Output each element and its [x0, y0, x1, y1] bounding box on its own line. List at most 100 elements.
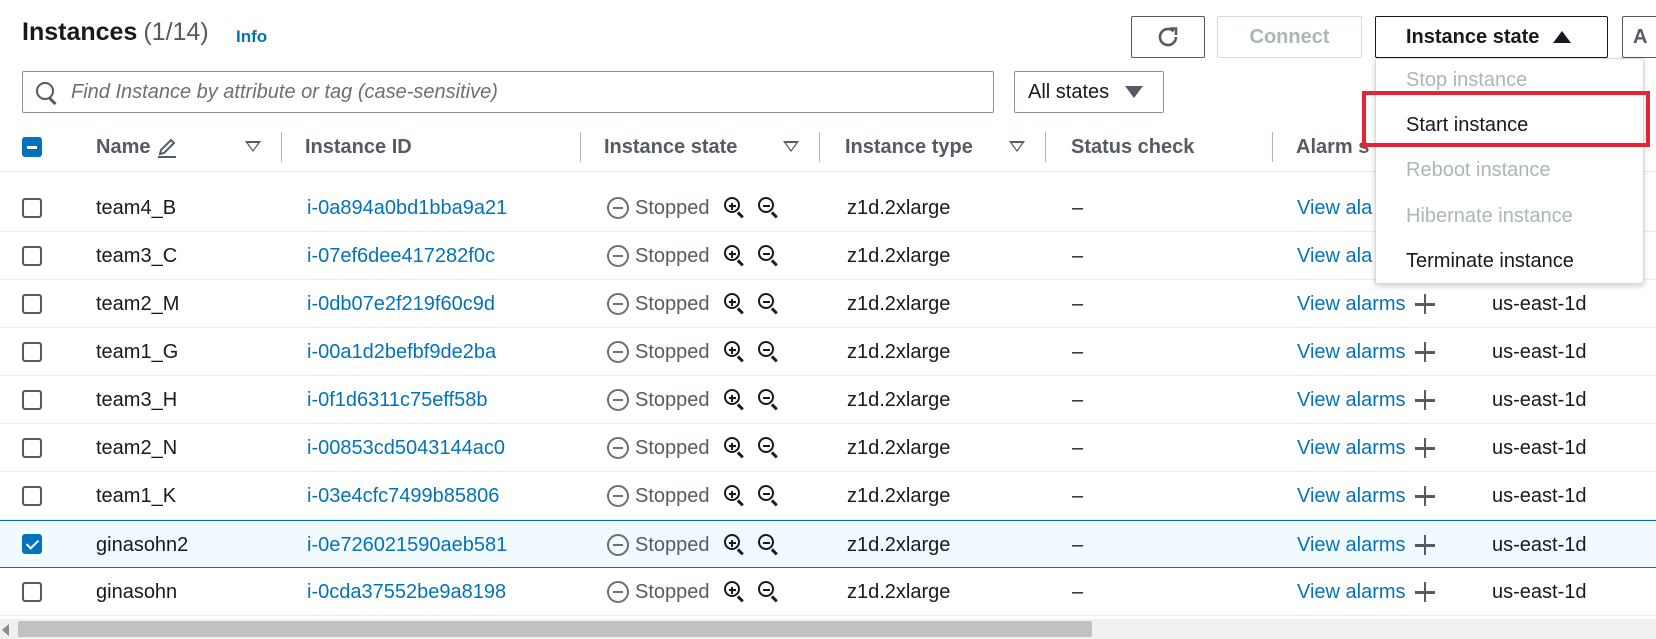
stopped-icon [607, 581, 629, 603]
state-filter-select[interactable]: All states [1014, 71, 1164, 113]
view-alarms-link[interactable]: View alarms [1297, 389, 1406, 412]
zoom-in-icon[interactable] [723, 581, 746, 603]
instance-id-link[interactable]: i-0f1d6311c75eff58b [307, 376, 488, 424]
row-checkbox[interactable] [22, 486, 42, 506]
refresh-button[interactable] [1131, 16, 1205, 58]
status-check: – [1072, 533, 1084, 556]
actions-button[interactable]: A [1622, 16, 1656, 58]
instance-id-link[interactable]: i-00853cd5043144ac0 [307, 424, 505, 472]
table-row[interactable]: ginasohn i-0cda37552be9a8198 Stopped z1d… [0, 568, 1656, 616]
row-checkbox[interactable] [22, 246, 42, 266]
instance-id-link[interactable]: i-0e726021590aeb581 [307, 521, 507, 569]
column-divider[interactable] [1272, 132, 1273, 162]
zoom-out-icon[interactable] [757, 389, 780, 411]
zoom-in-icon[interactable] [723, 437, 746, 459]
scroll-left-arrow-icon[interactable] [2, 624, 9, 636]
row-checkbox[interactable] [22, 438, 42, 458]
instance-id-link[interactable]: i-0a894a0bd1bba9a21 [307, 184, 507, 232]
scrollbar-thumb[interactable] [18, 621, 1092, 637]
alarms-cell: View alarms [1297, 328, 1436, 376]
column-divider[interactable] [580, 132, 581, 162]
add-alarm-icon[interactable] [1414, 485, 1436, 507]
zoom-in-icon[interactable] [723, 293, 746, 315]
status-check: – [1072, 292, 1084, 315]
table-row[interactable]: team2_M i-0db07e2f219f60c9d Stopped z1d.… [0, 280, 1656, 328]
add-alarm-icon[interactable] [1414, 341, 1436, 363]
add-alarm-icon[interactable] [1414, 437, 1436, 459]
filter-triangle-icon[interactable] [783, 141, 799, 152]
add-alarm-icon[interactable] [1414, 293, 1436, 315]
zoom-out-icon[interactable] [757, 197, 780, 219]
view-alarms-link[interactable]: View alarms [1297, 341, 1406, 364]
instance-state-cell: Stopped [607, 232, 780, 280]
stopped-icon [607, 245, 629, 267]
column-header-status-check[interactable]: Status check [1071, 122, 1194, 172]
zoom-in-icon[interactable] [723, 245, 746, 267]
view-alarms-link[interactable]: View alarms [1297, 293, 1406, 316]
horizontal-scrollbar[interactable] [0, 619, 1656, 639]
instance-state-text: Stopped [635, 244, 710, 267]
instance-id-link[interactable]: i-0cda37552be9a8198 [307, 568, 506, 616]
view-alarms-link[interactable]: View ala [1297, 232, 1372, 280]
filter-triangle-icon[interactable] [1009, 141, 1025, 152]
instance-state-button[interactable]: Instance state [1375, 16, 1608, 58]
zoom-out-icon[interactable] [757, 485, 780, 507]
menu-item-reboot-instance[interactable]: Reboot instance [1376, 149, 1645, 191]
zoom-in-icon[interactable] [723, 341, 746, 363]
column-header-instance-id[interactable]: Instance ID [305, 122, 412, 172]
table-row-selected[interactable]: ginasohn2 i-0e726021590aeb581 Stopped z1… [0, 520, 1656, 568]
view-alarms-link[interactable]: View alarms [1297, 437, 1406, 460]
header-bar: Instances (1/14) Info Connect Instance st… [0, 0, 1656, 66]
column-header-instance-state[interactable]: Instance state [604, 122, 737, 172]
info-link[interactable]: Info [236, 27, 267, 47]
zoom-out-icon[interactable] [757, 341, 780, 363]
add-alarm-icon[interactable] [1414, 534, 1436, 556]
column-divider[interactable] [281, 132, 282, 162]
column-divider[interactable] [819, 132, 820, 162]
instance-id-link[interactable]: i-03e4cfc7499b85806 [307, 472, 499, 520]
row-checkbox[interactable] [22, 534, 42, 554]
zoom-out-icon[interactable] [757, 245, 780, 267]
view-alarms-link[interactable]: View alarms [1297, 485, 1406, 508]
zoom-out-icon[interactable] [757, 534, 780, 556]
view-alarms-link[interactable]: View alarms [1297, 534, 1406, 557]
view-alarms-link[interactable]: View alarms [1297, 581, 1406, 604]
add-alarm-icon[interactable] [1414, 581, 1436, 603]
row-checkbox[interactable] [22, 198, 42, 218]
zoom-in-icon[interactable] [723, 534, 746, 556]
instance-state-cell: Stopped [607, 568, 780, 616]
table-row[interactable]: team1_G i-00a1d2befbf9de2ba Stopped z1d.… [0, 328, 1656, 376]
menu-item-hibernate-instance[interactable]: Hibernate instance [1376, 195, 1645, 237]
row-checkbox[interactable] [22, 342, 42, 362]
column-header-instance-type[interactable]: Instance type [845, 122, 973, 172]
row-checkbox[interactable] [22, 582, 42, 602]
zoom-out-icon[interactable] [757, 437, 780, 459]
column-header-alarm-status[interactable]: Alarm s [1296, 122, 1369, 172]
search-icon [35, 81, 57, 103]
column-header-name[interactable]: Name [96, 122, 178, 172]
zoom-in-icon[interactable] [723, 485, 746, 507]
zoom-in-icon[interactable] [723, 389, 746, 411]
table-row[interactable]: team3_H i-0f1d6311c75eff58b Stopped z1d.… [0, 376, 1656, 424]
instance-state-text: Stopped [635, 484, 710, 507]
search-field[interactable] [22, 71, 994, 113]
connect-button[interactable]: Connect [1217, 16, 1362, 58]
search-input[interactable] [71, 80, 971, 104]
table-row[interactable]: team1_K i-03e4cfc7499b85806 Stopped z1d.… [0, 472, 1656, 520]
zoom-out-icon[interactable] [757, 293, 780, 315]
status-check: – [1072, 388, 1084, 411]
zoom-in-icon[interactable] [723, 197, 746, 219]
menu-item-terminate-instance[interactable]: Terminate instance [1376, 240, 1645, 282]
zoom-out-icon[interactable] [757, 581, 780, 603]
column-divider[interactable] [1045, 132, 1046, 162]
view-alarms-link[interactable]: View ala [1297, 184, 1372, 232]
table-row[interactable]: team2_N i-00853cd5043144ac0 Stopped z1d.… [0, 424, 1656, 472]
instance-id-link[interactable]: i-00a1d2befbf9de2ba [307, 328, 496, 376]
select-all-checkbox[interactable] [22, 137, 42, 157]
instance-id-link[interactable]: i-07ef6dee417282f0c [307, 232, 495, 280]
row-checkbox[interactable] [22, 390, 42, 410]
add-alarm-icon[interactable] [1414, 389, 1436, 411]
filter-triangle-icon[interactable] [245, 141, 261, 152]
row-checkbox[interactable] [22, 294, 42, 314]
instance-id-link[interactable]: i-0db07e2f219f60c9d [307, 280, 495, 328]
